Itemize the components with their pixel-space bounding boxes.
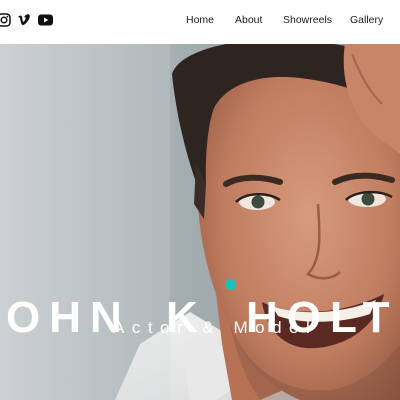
hero-tagline: Actor & Model — [113, 318, 318, 337]
vimeo-icon — [17, 14, 30, 26]
accent-dot — [225, 279, 236, 290]
site-header: Home About Showreels Gallery — [0, 0, 400, 44]
youtube-icon — [38, 14, 53, 26]
nav-home[interactable]: Home — [186, 14, 214, 27]
youtube-link[interactable] — [38, 12, 54, 28]
hero-portrait-photo — [0, 44, 400, 400]
instagram-link[interactable] — [0, 12, 12, 28]
nav-about[interactable]: About — [235, 14, 262, 27]
vimeo-link[interactable] — [17, 12, 33, 28]
nav-showreels[interactable]: Showreels — [283, 14, 332, 27]
instagram-icon — [0, 13, 11, 27]
nav-gallery[interactable]: Gallery — [350, 14, 383, 27]
hero-section: OHN K HOLT — [0, 44, 400, 400]
